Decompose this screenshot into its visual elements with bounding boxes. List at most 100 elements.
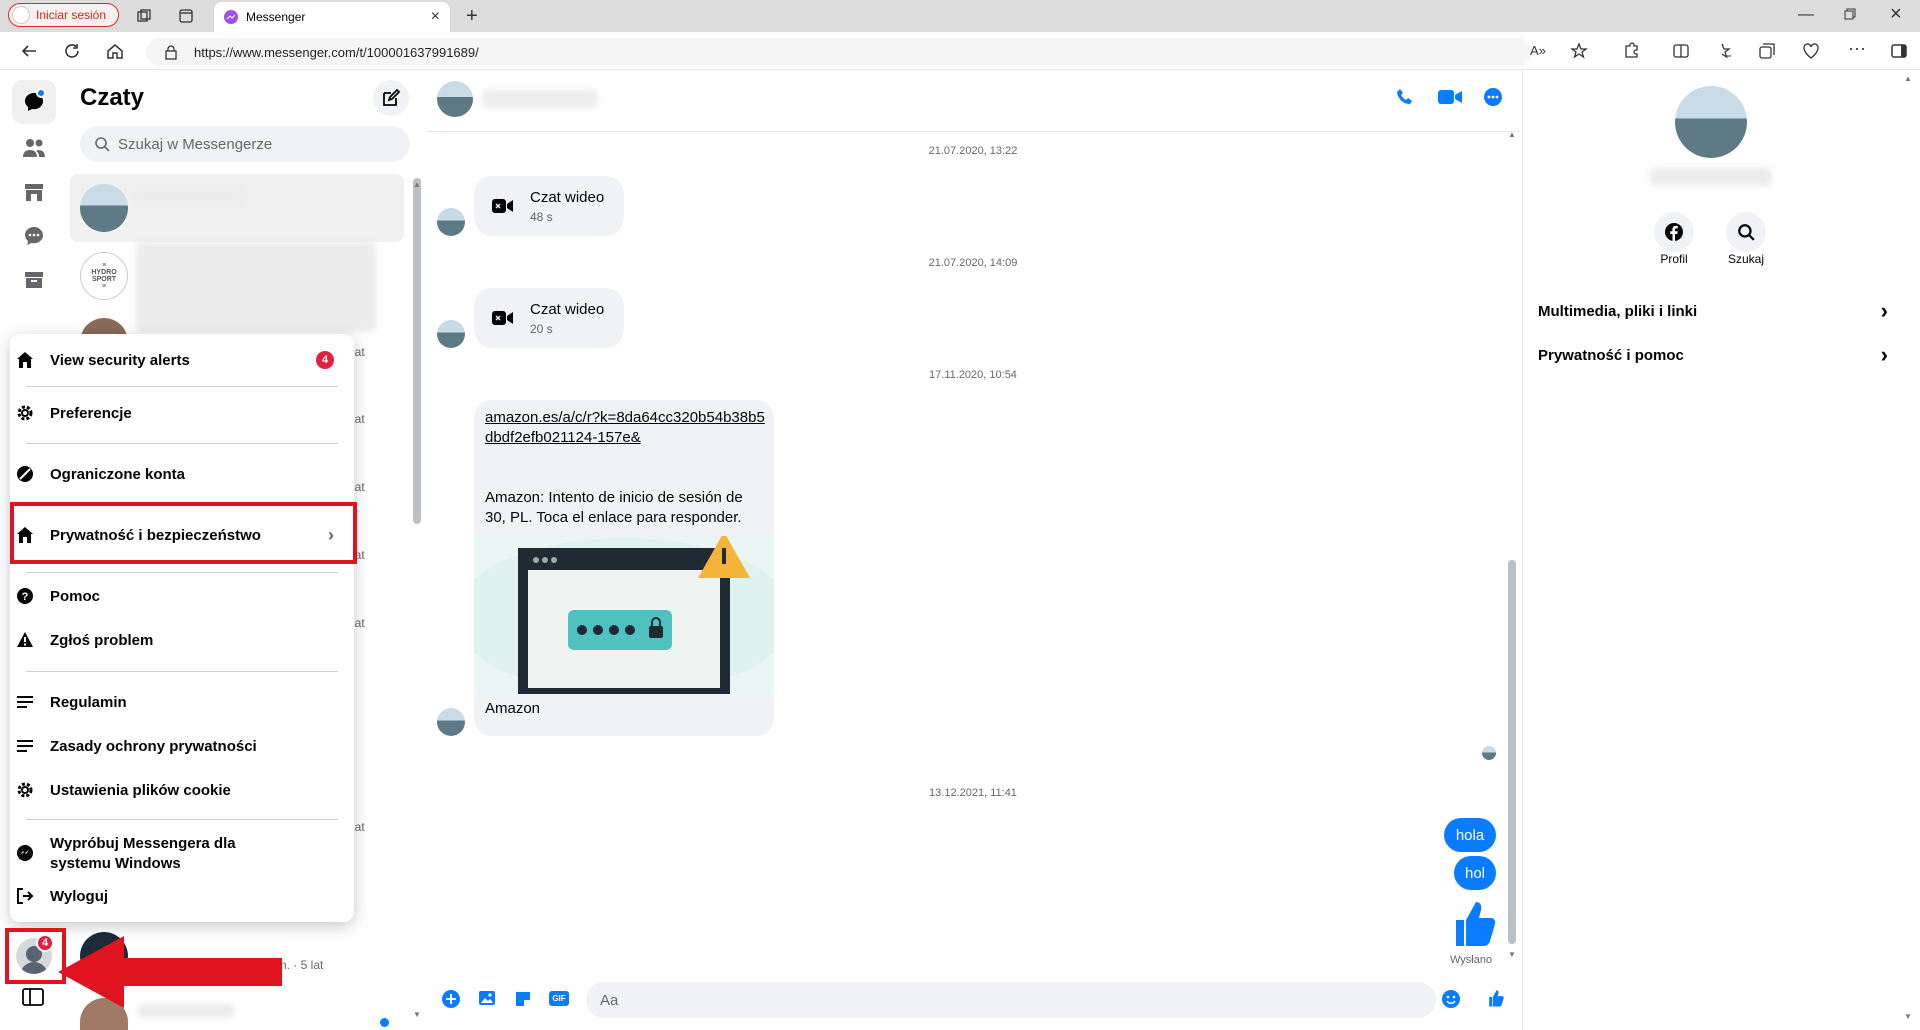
video-call-message[interactable]: Czat wideo 48 s <box>474 176 624 236</box>
section-media-files-links[interactable]: Multimedia, pliki i linki › <box>1538 298 1888 324</box>
home-icon[interactable] <box>106 42 124 60</box>
favorite-star-icon[interactable] <box>1570 42 1588 60</box>
unread-dot-icon <box>380 1018 389 1027</box>
minimize-icon[interactable]: — <box>1798 6 1814 24</box>
favorites-icon[interactable] <box>1714 42 1732 60</box>
warning-icon <box>14 629 36 651</box>
sent-message[interactable]: hol <box>1454 856 1496 890</box>
collections-icon[interactable] <box>1758 42 1776 60</box>
menu-divider <box>26 819 338 820</box>
read-aloud-icon[interactable]: A» <box>1530 43 1546 58</box>
like-button-icon[interactable] <box>1484 988 1504 1008</box>
menu-item-security-alerts[interactable]: View security alerts 4 <box>14 338 334 382</box>
search-icon <box>1737 223 1755 241</box>
unread-dot-icon <box>36 88 46 98</box>
call-duration: 48 s <box>530 209 553 224</box>
menu-item-privacy-policy[interactable]: Zasady ochrony prywatności <box>14 724 334 768</box>
scroll-down-icon[interactable]: ▼ <box>1904 1012 1912 1021</box>
audio-call-icon[interactable] <box>1396 88 1414 106</box>
menu-item-label: Wyloguj <box>50 887 109 905</box>
new-tab-icon[interactable]: + <box>466 5 478 28</box>
menu-item-report-problem[interactable]: Zgłoś problem <box>14 618 334 662</box>
scroll-up-icon[interactable]: ▲ <box>413 180 421 189</box>
collapse-sidebar-icon[interactable] <box>22 988 44 1006</box>
close-window-icon[interactable]: × <box>1890 3 1902 26</box>
tab-actions-icon[interactable] <box>178 8 194 24</box>
message-timestamp: 21.07.2020, 14:09 <box>928 257 1018 269</box>
gear-icon <box>14 779 36 801</box>
rail-marketplace-button[interactable] <box>12 170 56 214</box>
thumbs-up-sticker-icon[interactable] <box>1442 896 1496 950</box>
signin-button[interactable]: Iniciar sesión <box>8 3 119 27</box>
close-tab-icon[interactable]: × <box>431 8 440 26</box>
scroll-down-icon[interactable]: ▼ <box>413 1010 421 1019</box>
message-input-placeholder: Aa <box>600 991 619 1009</box>
shield-home-icon <box>14 349 36 371</box>
chevron-right-icon: › <box>1880 298 1888 323</box>
menu-item-label: Wypróbuj Messengera dla systemu Windows <box>50 835 236 872</box>
lock-icon[interactable] <box>164 44 178 60</box>
message-avatar <box>437 708 465 736</box>
conversation-scrollbar[interactable] <box>1508 134 1516 960</box>
video-camera-icon <box>492 310 514 326</box>
split-screen-icon[interactable] <box>1672 42 1690 60</box>
message-avatar <box>437 208 465 236</box>
scroll-down-icon[interactable]: ▼ <box>1508 950 1516 959</box>
section-privacy-help[interactable]: Prywatność i pomoc › <box>1538 342 1888 368</box>
workspaces-icon[interactable] <box>136 8 152 24</box>
menu-item-restricted-accounts[interactable]: Ograniczone konta <box>14 452 334 496</box>
back-icon[interactable] <box>20 42 38 60</box>
menu-item-terms[interactable]: Regulamin <box>14 680 334 724</box>
chat-list-scrollbar[interactable] <box>413 178 421 524</box>
rail-people-button[interactable] <box>12 126 56 170</box>
menu-item-logout[interactable]: Wyloguj <box>14 874 334 918</box>
document-lines-icon <box>14 735 36 757</box>
profile-action-button[interactable] <box>1654 212 1694 252</box>
new-message-button[interactable] <box>373 80 409 116</box>
add-attachment-icon[interactable] <box>442 990 460 1008</box>
gif-icon[interactable]: GIF <box>549 991 569 1006</box>
list-item[interactable]: ≡ HYDRO SPORT ≡ <box>70 242 404 332</box>
rail-archive-button[interactable] <box>12 258 56 302</box>
sidebar-toggle-icon[interactable] <box>1890 42 1908 60</box>
emoji-icon[interactable] <box>1442 990 1460 1008</box>
more-menu-icon[interactable]: ··· <box>1848 38 1866 59</box>
menu-item-privacy-security[interactable]: Prywatność i bezpieczeństwo › <box>14 513 334 557</box>
video-call-icon[interactable] <box>1438 89 1462 105</box>
profile-avatar[interactable] <box>1675 86 1747 158</box>
chat-row-active[interactable] <box>70 174 404 242</box>
scroll-up-icon[interactable]: ▲ <box>1904 74 1912 83</box>
sent-message[interactable]: hola <box>1444 818 1496 852</box>
search-input[interactable]: Szukaj w Messengerze <box>80 126 410 162</box>
browser-essentials-icon[interactable] <box>1802 42 1820 60</box>
chevron-right-icon: › <box>328 524 334 545</box>
rail-requests-button[interactable] <box>12 214 56 258</box>
tab-messenger[interactable]: Messenger × <box>214 2 450 32</box>
rail-chats-button[interactable] <box>12 80 56 124</box>
scroll-up-icon[interactable]: ▲ <box>1508 130 1516 139</box>
photo-icon[interactable] <box>478 990 496 1006</box>
security-alerts-badge: 4 <box>316 351 334 369</box>
video-call-message[interactable]: Czat wideo 20 s <box>474 288 624 348</box>
contact-avatar[interactable] <box>437 81 473 117</box>
menu-item-label: Zasady ochrony prywatności <box>50 737 257 755</box>
phishing-link[interactable]: amazon.es/a/c/r?k=8da64cc320b54b38b5dbdf… <box>485 408 765 448</box>
messenger-favicon-icon <box>224 10 238 24</box>
link-card-title: Amazon <box>485 700 541 717</box>
messenger-logo-icon <box>14 842 36 864</box>
menu-divider <box>26 671 338 672</box>
menu-item-cookie-settings[interactable]: Ustawienia plików cookie <box>14 768 334 812</box>
search-placeholder: Szukaj w Messengerze <box>118 135 273 153</box>
menu-item-label: View security alerts <box>50 351 190 369</box>
message-input[interactable]: Aa <box>586 982 1436 1018</box>
conversation-info-icon[interactable] <box>1484 88 1502 106</box>
sticker-icon[interactable] <box>514 990 532 1008</box>
refresh-icon[interactable] <box>63 42 81 60</box>
address-input[interactable]: https://www.messenger.com/t/100001637991… <box>146 38 1531 66</box>
search-in-conversation-button[interactable] <box>1726 212 1766 252</box>
restore-icon[interactable] <box>1844 8 1856 20</box>
menu-item-preferences[interactable]: Preferencje <box>14 391 334 435</box>
link-preview-image[interactable] <box>474 536 774 694</box>
extensions-icon[interactable] <box>1622 42 1640 60</box>
menu-item-help[interactable]: ? Pomoc <box>14 574 334 618</box>
